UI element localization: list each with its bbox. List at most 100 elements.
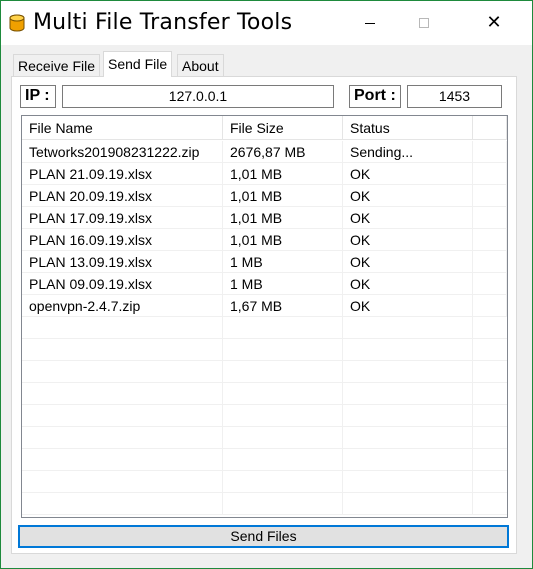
file-size-cell: 1,67 MB <box>223 295 343 317</box>
empty-cell <box>343 361 473 383</box>
maximize-button[interactable] <box>401 1 447 45</box>
empty-cell <box>223 361 343 383</box>
close-icon: ✕ <box>486 12 502 33</box>
empty-cell <box>223 317 343 339</box>
empty-row <box>22 405 507 427</box>
empty-cell <box>223 471 343 493</box>
file-list-header: File Name File Size Status <box>22 116 507 140</box>
status-cell: OK <box>343 229 473 251</box>
status-cell: OK <box>343 273 473 295</box>
file-name-cell: PLAN 17.09.19.xlsx <box>22 207 223 229</box>
close-button[interactable]: ✕ <box>471 1 517 45</box>
status-cell: OK <box>343 251 473 273</box>
file-list[interactable]: File Name File Size Status Tetworks20190… <box>21 115 508 518</box>
column-header-file-size[interactable]: File Size <box>223 116 343 140</box>
filler-cell <box>473 295 507 317</box>
table-row[interactable]: PLAN 20.09.19.xlsx 1,01 MB OK <box>22 185 507 207</box>
title-bar[interactable]: Multi File Transfer Tools ✕ <box>1 1 532 45</box>
empty-cell <box>22 493 223 515</box>
empty-cell <box>343 383 473 405</box>
column-header-status[interactable]: Status <box>343 116 473 140</box>
status-cell: OK <box>343 163 473 185</box>
window-title: Multi File Transfer Tools <box>33 10 293 35</box>
table-row[interactable]: PLAN 17.09.19.xlsx 1,01 MB OK <box>22 207 507 229</box>
file-size-cell: 1 MB <box>223 251 343 273</box>
empty-row <box>22 449 507 471</box>
send-files-button[interactable]: Send Files <box>18 525 509 548</box>
port-label: Port : <box>349 85 401 108</box>
status-cell: OK <box>343 185 473 207</box>
file-name-cell: PLAN 21.09.19.xlsx <box>22 163 223 185</box>
table-row[interactable]: PLAN 13.09.19.xlsx 1 MB OK <box>22 251 507 273</box>
filler-cell <box>473 207 507 229</box>
empty-cell <box>22 471 223 493</box>
empty-cell <box>343 493 473 515</box>
tab-receive-file[interactable]: Receive File <box>13 54 101 76</box>
tab-send-file[interactable]: Send File <box>103 51 173 77</box>
file-size-cell: 1,01 MB <box>223 229 343 251</box>
file-name-cell: PLAN 16.09.19.xlsx <box>22 229 223 251</box>
status-cell: Sending... <box>343 141 473 163</box>
empty-cell <box>343 427 473 449</box>
file-size-cell: 1,01 MB <box>223 207 343 229</box>
filler-cell <box>473 229 507 251</box>
send-file-panel: IP : 127.0.0.1 Port : 1453 File Name Fil… <box>11 76 517 554</box>
empty-cell <box>22 405 223 427</box>
column-header-file-name[interactable]: File Name <box>22 116 223 140</box>
empty-cell <box>22 317 223 339</box>
file-name-cell: PLAN 09.09.19.xlsx <box>22 273 223 295</box>
table-row[interactable]: PLAN 16.09.19.xlsx 1,01 MB OK <box>22 229 507 251</box>
empty-row <box>22 471 507 493</box>
status-cell: OK <box>343 207 473 229</box>
empty-row <box>22 317 507 339</box>
file-size-cell: 1,01 MB <box>223 163 343 185</box>
empty-cell <box>223 493 343 515</box>
empty-cell <box>223 383 343 405</box>
minimize-button[interactable] <box>347 1 393 45</box>
empty-cell <box>343 449 473 471</box>
filler-cell <box>473 251 507 273</box>
empty-cell <box>22 361 223 383</box>
file-size-cell: 2676,87 MB <box>223 141 343 163</box>
empty-row <box>22 361 507 383</box>
empty-cell <box>343 471 473 493</box>
filler-cell <box>473 273 507 295</box>
table-row[interactable]: PLAN 09.09.19.xlsx 1 MB OK <box>22 273 507 295</box>
empty-row <box>22 493 507 515</box>
filler-cell <box>473 163 507 185</box>
table-row[interactable]: Tetworks201908231222.zip 2676,87 MB Send… <box>22 141 507 163</box>
empty-row <box>22 427 507 449</box>
filler-cell <box>473 141 507 163</box>
status-cell: OK <box>343 295 473 317</box>
column-header-filler <box>473 116 507 140</box>
empty-cell <box>22 427 223 449</box>
empty-cell <box>343 317 473 339</box>
tab-about[interactable]: About <box>177 54 224 76</box>
empty-cell <box>343 339 473 361</box>
file-name-cell: PLAN 20.09.19.xlsx <box>22 185 223 207</box>
table-row[interactable]: openvpn-2.4.7.zip 1,67 MB OK <box>22 295 507 317</box>
app-window: Multi File Transfer Tools ✕ Receive File… <box>0 0 533 569</box>
table-row[interactable]: PLAN 21.09.19.xlsx 1,01 MB OK <box>22 163 507 185</box>
empty-cell <box>223 449 343 471</box>
minimize-icon <box>365 22 375 24</box>
ip-input[interactable]: 127.0.0.1 <box>62 85 334 108</box>
empty-cell <box>22 383 223 405</box>
filler-cell <box>473 185 507 207</box>
file-name-cell: PLAN 13.09.19.xlsx <box>22 251 223 273</box>
empty-cell <box>223 427 343 449</box>
app-icon <box>9 14 25 32</box>
maximize-icon <box>419 18 429 28</box>
port-input[interactable]: 1453 <box>407 85 502 108</box>
empty-cell <box>22 449 223 471</box>
empty-row <box>22 339 507 361</box>
empty-cell <box>343 405 473 427</box>
file-size-cell: 1 MB <box>223 273 343 295</box>
empty-cell <box>223 405 343 427</box>
file-name-cell: openvpn-2.4.7.zip <box>22 295 223 317</box>
ip-label: IP : <box>20 85 56 108</box>
file-name-cell: Tetworks201908231222.zip <box>22 141 223 163</box>
empty-row <box>22 383 507 405</box>
empty-cell <box>22 339 223 361</box>
empty-cell <box>223 339 343 361</box>
